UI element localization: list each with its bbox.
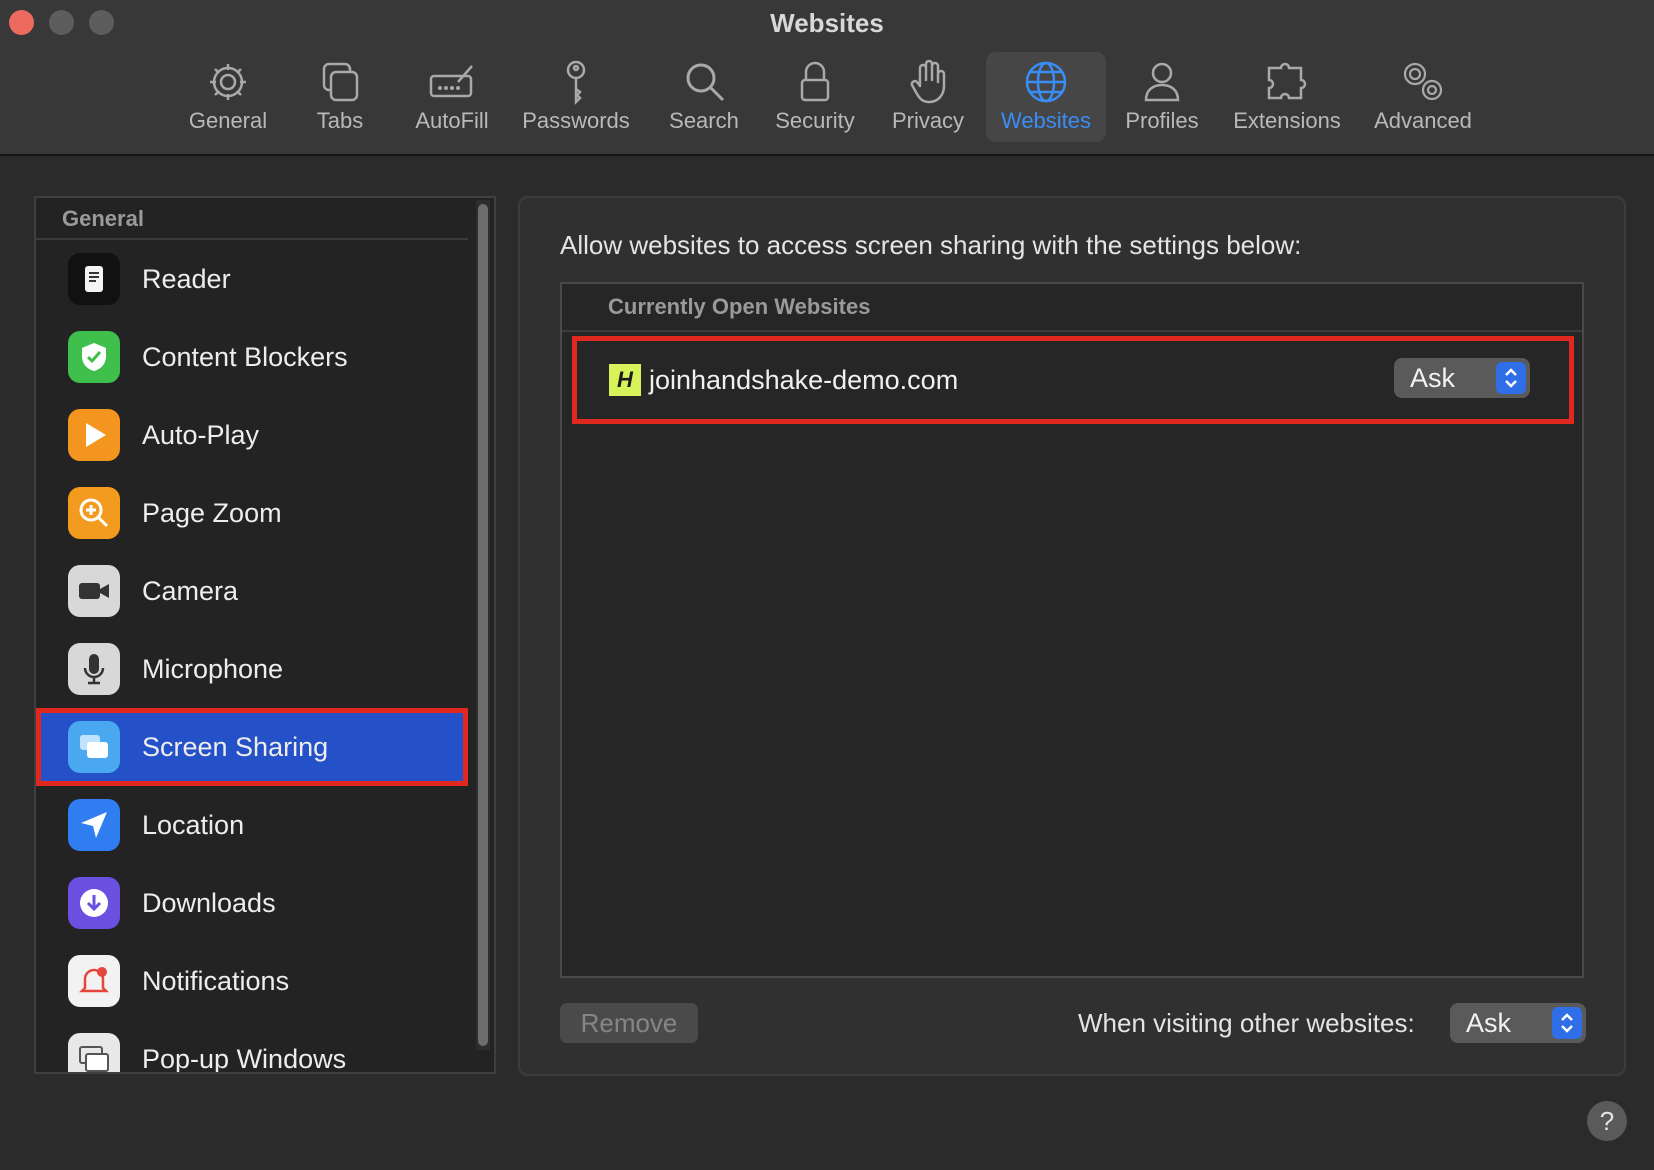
tab-websites-label: Websites xyxy=(1000,108,1092,133)
tab-tabs-label: Tabs xyxy=(316,108,364,133)
sidebar-scroll-thumb[interactable] xyxy=(478,204,488,1046)
panel-description: Allow websites to access screen sharing … xyxy=(560,230,1302,260)
tab-profiles[interactable]: Profiles xyxy=(1114,52,1210,142)
tab-search-label: Search xyxy=(669,108,739,133)
lock-icon xyxy=(800,61,830,102)
sidebar-item-label: Page Zoom xyxy=(142,497,282,528)
site-favicon: H xyxy=(609,364,641,396)
sidebar-scrollbar[interactable] xyxy=(476,200,490,1050)
puzzle-icon xyxy=(1267,62,1307,100)
tab-autofill-label: AutoFill xyxy=(415,108,489,133)
chevron-updown-icon xyxy=(1552,1007,1582,1039)
other-websites-label: When visiting other websites: xyxy=(1078,1008,1415,1038)
sidebar-item-screen-sharing[interactable]: Screen Sharing xyxy=(36,708,468,786)
tab-security-label: Security xyxy=(775,108,855,133)
tab-websites[interactable]: Websites xyxy=(986,52,1106,142)
preferences-toolbar: General Tabs AutoFill Passwords Search S… xyxy=(0,52,1654,142)
site-permission-select[interactable]: Ask xyxy=(1394,358,1530,398)
sidebar-item-camera[interactable]: Camera xyxy=(36,552,468,630)
tab-search[interactable]: Search xyxy=(656,52,752,142)
tab-tabs[interactable]: Tabs xyxy=(290,52,390,142)
gear-icon xyxy=(210,64,246,100)
sidebar-item-auto-play[interactable]: Auto-Play xyxy=(36,396,468,474)
remove-button[interactable]: Remove xyxy=(560,1003,698,1043)
sidebar-item-label: Notifications xyxy=(142,965,290,996)
tab-security[interactable]: Security xyxy=(766,52,864,142)
screen-sharing-icon xyxy=(68,721,120,773)
tabs-icon xyxy=(322,62,359,102)
sidebar-item-location[interactable]: Location xyxy=(36,786,468,864)
gears-icon xyxy=(1403,62,1443,101)
window-title: Websites xyxy=(770,8,884,38)
tab-profiles-label: Profiles xyxy=(1125,108,1199,133)
download-icon xyxy=(68,877,120,929)
tab-passwords-label: Passwords xyxy=(522,108,630,133)
tab-autofill[interactable]: AutoFill xyxy=(400,52,504,142)
tab-advanced[interactable]: Advanced xyxy=(1366,52,1480,142)
sidebar-item-label: Content Blockers xyxy=(142,341,348,372)
sidebar-item-label: Auto-Play xyxy=(142,419,260,450)
zoom-icon xyxy=(68,487,120,539)
camera-icon xyxy=(68,565,120,617)
shield-check-icon xyxy=(68,331,120,383)
reader-icon xyxy=(68,253,120,305)
sidebar-section-header: General xyxy=(36,198,468,240)
tab-privacy-label: Privacy xyxy=(891,108,965,133)
sidebar-item-content-blockers[interactable]: Content Blockers xyxy=(36,318,468,396)
sidebar-item-notifications[interactable]: Notifications xyxy=(36,942,468,1020)
sidebar-item-label: Location xyxy=(142,809,245,840)
tab-passwords[interactable]: Passwords xyxy=(516,52,636,142)
sidebar-item-reader[interactable]: Reader xyxy=(36,240,468,318)
sidebar-item-popup-windows[interactable]: Pop-up Windows xyxy=(36,1020,468,1074)
bell-icon xyxy=(68,955,120,1007)
tab-extensions-label: Extensions xyxy=(1233,108,1341,133)
play-icon xyxy=(68,409,120,461)
tab-extensions[interactable]: Extensions xyxy=(1226,52,1348,142)
sidebar-item-microphone[interactable]: Microphone xyxy=(36,630,468,708)
autofill-icon xyxy=(429,65,473,98)
sidebar-item-label: Microphone xyxy=(142,653,284,684)
site-domain: joinhandshake-demo.com xyxy=(649,364,959,395)
key-icon xyxy=(566,60,586,106)
settings-sidebar: General Reader Content Blockers Auto-Pla… xyxy=(34,196,496,1074)
sidebar-item-downloads[interactable]: Downloads xyxy=(36,864,468,942)
sidebar-item-label: Camera xyxy=(142,575,239,606)
location-arrow-icon xyxy=(68,799,120,851)
sidebar-item-label: Downloads xyxy=(142,887,276,918)
chevron-updown-icon xyxy=(1496,362,1526,394)
other-websites-value: Ask xyxy=(1466,1008,1512,1038)
help-button[interactable]: ? xyxy=(1587,1101,1627,1141)
sidebar-item-label: Pop-up Windows xyxy=(142,1043,347,1074)
popup-windows-icon xyxy=(68,1033,120,1072)
site-permission-value: Ask xyxy=(1410,363,1456,393)
globe-icon xyxy=(1025,61,1067,103)
tab-advanced-label: Advanced xyxy=(1374,108,1472,133)
hand-icon xyxy=(910,59,946,104)
magnifier-icon xyxy=(686,63,725,102)
window-titlebar: Websites General Tabs AutoFill Passwords… xyxy=(0,0,1654,156)
person-icon xyxy=(1144,62,1180,102)
tab-general[interactable]: General xyxy=(178,52,278,142)
tab-general-label: General xyxy=(188,108,268,133)
microphone-icon xyxy=(68,643,120,695)
sidebar-item-page-zoom[interactable]: Page Zoom xyxy=(36,474,468,552)
sidebar-item-label: Screen Sharing xyxy=(142,731,329,762)
sidebar-item-label: Reader xyxy=(142,263,231,294)
tab-privacy[interactable]: Privacy xyxy=(880,52,976,142)
table-header: Currently Open Websites xyxy=(562,284,1582,332)
other-websites-select[interactable]: Ask xyxy=(1450,1003,1586,1043)
